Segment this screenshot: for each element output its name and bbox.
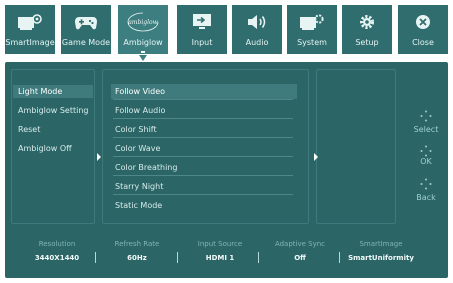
status-header-resolution: Resolution [38, 240, 76, 248]
menu-item-light-mode[interactable]: Light Mode [18, 87, 62, 96]
menu-item-reset[interactable]: Reset [18, 125, 40, 134]
option-color-breathing[interactable]: Color Breathing [115, 163, 177, 172]
active-caret [139, 55, 147, 61]
hint-ok: OK [420, 157, 432, 166]
status-header-refresh-rate: Refresh Rate [114, 240, 160, 248]
divider [113, 156, 293, 157]
divider [95, 252, 96, 263]
tab-game-mode[interactable]: Game Mode [61, 5, 111, 54]
status-value-input-source: HDMI 1 [205, 254, 235, 262]
option-static-mode[interactable]: Static Mode [115, 201, 162, 210]
tab-system[interactable]: System [287, 5, 337, 54]
ambiglow-logo-icon: ambiglow [118, 11, 168, 33]
tab-setup[interactable]: Setup [342, 5, 392, 54]
gear-icon [342, 11, 392, 33]
divider [113, 137, 293, 138]
hint-back: Back [416, 193, 436, 202]
tab-label: Game Mode [61, 38, 111, 47]
tab-label: Ambiglow [123, 38, 163, 47]
tab-close[interactable]: Close [398, 5, 448, 54]
status-header-input-source: Input Source [197, 240, 243, 248]
option-follow-audio[interactable]: Follow Audio [115, 106, 165, 115]
level3-column [316, 69, 396, 224]
speaker-icon [232, 11, 282, 33]
divider [258, 252, 259, 263]
tab-audio[interactable]: Audio [232, 5, 282, 54]
tab-input[interactable]: Input [177, 5, 227, 54]
menu-item-ambiglow-off[interactable]: Ambiglow Off [18, 144, 72, 153]
system-icon [287, 11, 337, 33]
divider [113, 194, 293, 195]
status-header-smartimage: SmartImage [359, 240, 403, 248]
status-value-refresh-rate: 60Hz [127, 254, 147, 262]
status-value-resolution: 3440X1440 [34, 254, 80, 262]
dpad-select-icon [420, 110, 432, 122]
tab-label: Close [412, 38, 434, 47]
divider [339, 252, 340, 263]
close-icon [398, 11, 448, 33]
chevron-right-icon [97, 153, 101, 161]
tab-label: Audio [245, 38, 269, 47]
chevron-right-icon [314, 153, 318, 161]
input-icon [177, 11, 227, 33]
divider [113, 118, 293, 119]
option-follow-video[interactable]: Follow Video [115, 87, 165, 96]
smartimage-icon [5, 11, 55, 33]
divider [113, 175, 293, 176]
tab-label: Setup [355, 38, 379, 47]
status-value-smartimage: SmartUniformity [348, 254, 414, 262]
tab-label: Input [191, 38, 213, 47]
dpad-back-icon [420, 178, 432, 190]
option-color-shift[interactable]: Color Shift [115, 125, 157, 134]
divider [177, 252, 178, 263]
divider [113, 99, 293, 100]
tab-ambiglow[interactable]: ambiglow Ambiglow [118, 5, 168, 61]
tab-label: System [297, 38, 327, 47]
option-color-wave[interactable]: Color Wave [115, 144, 160, 153]
menu-item-ambiglow-setting[interactable]: Ambiglow Setting [18, 106, 89, 115]
tab-label: SmartImage [5, 38, 55, 47]
option-starry-night[interactable]: Starry Night [115, 182, 163, 191]
tab-smartimage[interactable]: SmartImage [5, 5, 55, 54]
status-value-adaptive-sync: Off [294, 254, 306, 262]
gamepad-icon [61, 11, 111, 33]
status-header-adaptive-sync: Adaptive Sync [274, 240, 326, 248]
hint-select: Select [413, 125, 439, 134]
active-indicator [141, 51, 145, 53]
svg-text:ambiglow: ambiglow [128, 19, 158, 26]
dpad-ok-icon [420, 145, 432, 157]
